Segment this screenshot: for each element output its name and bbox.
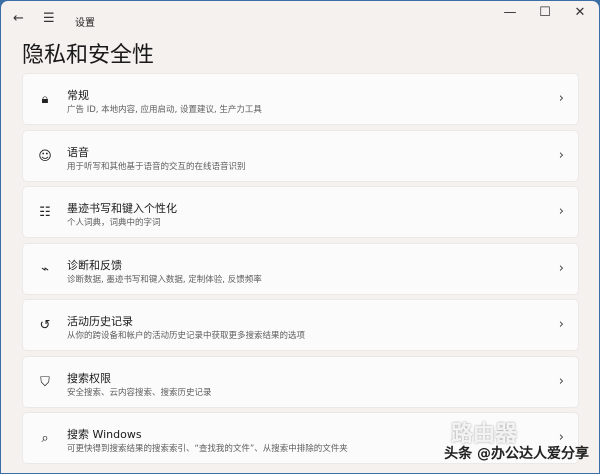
page-title: 隐私和安全性 [22, 43, 155, 68]
item-subtitle: 广告 ID, 本地内容, 应用启动, 设置建议, 生产力工具 [67, 105, 262, 115]
app-title: 设置 [75, 18, 95, 29]
diagnostics-icon: ⌁ [41, 261, 49, 277]
item-subtitle: 个人词典，词典中的字词 [67, 218, 161, 228]
watermark: 头条 @办公达人爱分享 [444, 446, 589, 462]
item-title: 墨迹书写和键入个性化 [67, 202, 177, 215]
chevron-right-icon: › [558, 91, 564, 106]
maximize-button[interactable]: ☐ [530, 5, 560, 20]
item-subtitle: 用于听写和其他基于语音的交互的在线语音识别 [67, 162, 246, 172]
search-permissions-icon: ⛉ [40, 374, 50, 390]
item-title: 语音 [67, 146, 89, 159]
chevron-right-icon: › [558, 374, 564, 389]
speech-icon: ☺ [38, 148, 52, 164]
history-icon: ↺ [39, 317, 51, 333]
item-subtitle: 安全搜索、云内容搜索、搜索历史记录 [67, 388, 212, 398]
settings-item-5[interactable]: ⛉ 搜索权限 安全搜索、云内容搜索、搜索历史记录 › [22, 356, 579, 408]
settings-item-1[interactable]: ☺ 语音 用于听写和其他基于语音的交互的在线语音识别 › [22, 130, 579, 182]
search-windows-icon: ⌕ [41, 430, 49, 446]
item-title: 活动历史记录 [67, 315, 133, 328]
settings-item-0[interactable]: 🔒︎ 常规 广告 ID, 本地内容, 应用启动, 设置建议, 生产力工具 › [22, 73, 579, 125]
menu-icon[interactable]: ☰ [43, 11, 55, 26]
chevron-right-icon: › [558, 204, 564, 219]
title-bar: ← ☰ 设置 — ☐ ✕ [1, 1, 599, 37]
settings-item-2[interactable]: ☷ 墨迹书写和键入个性化 个人词典，词典中的字词 › [22, 186, 579, 238]
chevron-right-icon: › [558, 261, 564, 276]
dictionary-icon: ☷ [39, 204, 51, 220]
settings-item-3[interactable]: ⌁ 诊断和反馈 诊断数据, 墨迹书写和键入数据, 定制体验, 反馈频率 › [22, 243, 579, 295]
item-subtitle: 诊断数据, 墨迹书写和键入数据, 定制体验, 反馈频率 [67, 275, 262, 285]
close-button[interactable]: ✕ [565, 5, 595, 20]
chevron-right-icon: › [558, 148, 564, 163]
item-title: 搜索 Windows [67, 428, 142, 441]
item-subtitle: 从你的跨设备和帐户的活动历史记录中获取更多搜索结果的选项 [67, 331, 306, 341]
settings-item-4[interactable]: ↺ 活动历史记录 从你的跨设备和帐户的活动历史记录中获取更多搜索结果的选项 › [22, 299, 579, 351]
item-title: 常规 [67, 89, 89, 102]
chevron-right-icon: › [558, 317, 564, 332]
back-icon[interactable]: ← [13, 11, 24, 26]
lock-icon: 🔒︎ [41, 91, 49, 107]
settings-window: ← ☰ 设置 — ☐ ✕ 隐私和安全性 🔒︎ 常规 广告 ID, 本地内容, 应… [1, 1, 599, 473]
minimize-button[interactable]: — [495, 5, 525, 20]
item-title: 搜索权限 [67, 372, 111, 385]
item-title: 诊断和反馈 [67, 259, 122, 272]
item-subtitle: 可更快得到搜索结果的搜索索引、“查找我的文件”、从搜索中排除的文件夹 [67, 444, 348, 454]
